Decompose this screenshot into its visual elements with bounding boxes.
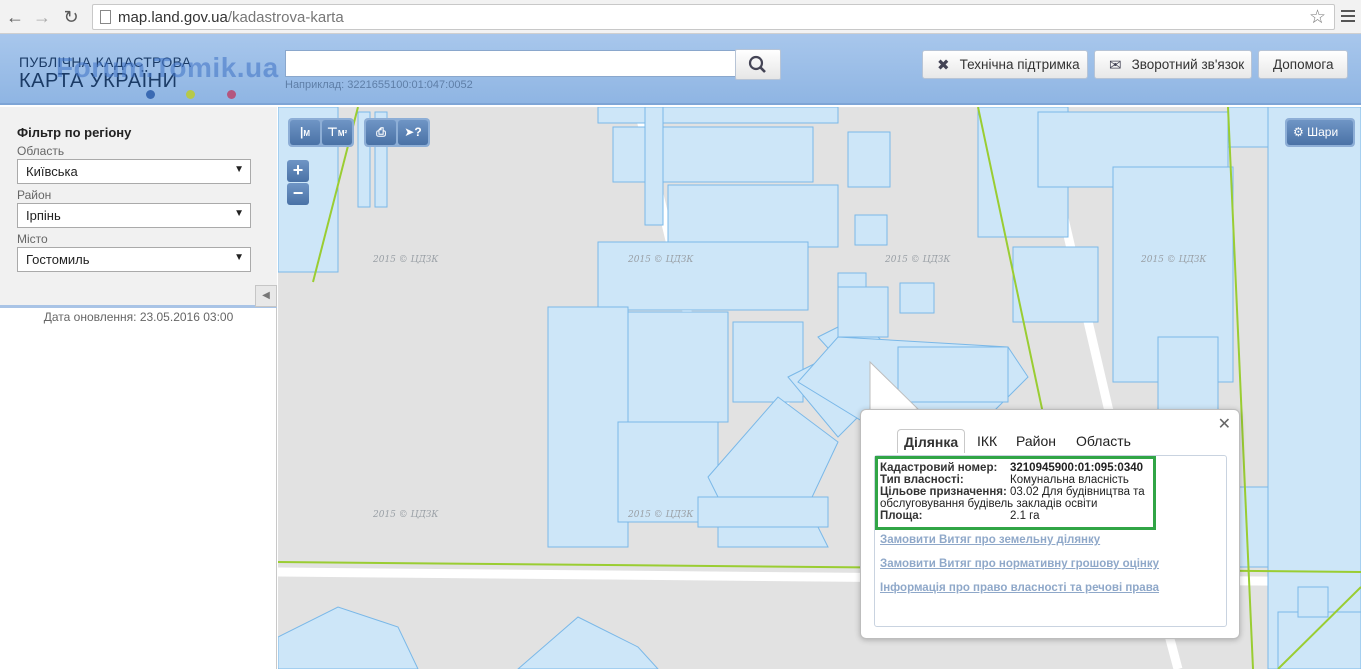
collapse-panel-button[interactable]: ◀ bbox=[255, 285, 277, 307]
map-watermark: 2015 © ЦДЗК bbox=[372, 510, 439, 520]
print-info-tools: ⎙ ➤? bbox=[364, 118, 430, 147]
feedback-button[interactable]: ✉ Зворотний зв'язок bbox=[1094, 50, 1252, 79]
map-watermark: 2015 © ЦДЗК bbox=[627, 510, 694, 520]
rayon-value: Ірпінь bbox=[26, 208, 61, 223]
misto-select[interactable]: Гостомиль ▼ bbox=[17, 247, 251, 272]
zoom-in-button[interactable]: + bbox=[287, 160, 309, 182]
app-header: ПУБЛІЧНА КАДАСТРОВА КАРТА УКРАЇНИ Forum.… bbox=[0, 34, 1361, 105]
logo-dot-pink bbox=[227, 90, 236, 99]
identify-cursor-icon[interactable]: ➤? bbox=[398, 120, 428, 145]
search-hint: Наприклад: 3221655100:01:047:0052 bbox=[285, 79, 473, 91]
map-watermark: 2015 © ЦДЗК bbox=[627, 255, 694, 265]
extract-valuation-link[interactable]: Замовити Витяг про нормативну грошову оц… bbox=[880, 558, 1159, 570]
logo-dot-green bbox=[186, 90, 195, 99]
url-text[interactable]: map.land.gov.ua/kadastrova-karta bbox=[118, 9, 344, 26]
region-filter: Фільтр по регіону Область Київська ▼ Райо… bbox=[0, 107, 277, 308]
tech-support-button[interactable]: ✖ Технічна підтримка bbox=[922, 50, 1088, 79]
filter-title: Фільтр по регіону bbox=[17, 125, 132, 140]
purpose-value-continued: обслуговування будівель закладів освіти bbox=[880, 498, 1098, 510]
dropdown-arrow-icon: ▼ bbox=[234, 252, 244, 263]
dropdown-arrow-icon: ▼ bbox=[234, 164, 244, 175]
cadastral-label: Кадастровий номер: bbox=[880, 462, 998, 474]
gear-icon: ⚙ bbox=[1293, 125, 1304, 139]
dropdown-arrow-icon: ▼ bbox=[234, 208, 244, 219]
purpose-value: 03.02 Для будівництва та bbox=[1010, 486, 1145, 498]
oblast-value: Київська bbox=[26, 164, 78, 179]
search-button[interactable] bbox=[735, 49, 781, 80]
search-icon bbox=[748, 55, 766, 73]
tech-support-label: Технічна підтримка bbox=[959, 57, 1080, 72]
help-label: Допомога bbox=[1273, 57, 1334, 72]
map-watermark: 2015 © ЦДЗК bbox=[372, 255, 439, 265]
tab-parcel[interactable]: Ділянка bbox=[897, 429, 966, 453]
map-watermark: 2015 © ЦДЗК bbox=[1140, 255, 1207, 265]
measure-length-tool[interactable]: |М bbox=[290, 120, 320, 145]
popup-body: Кадастровий номер: 3210945900:01:095:034… bbox=[874, 455, 1227, 627]
rights-info-link[interactable]: Інформація про право власності та речові… bbox=[880, 582, 1159, 594]
measure-area-tool[interactable]: ⊤М² bbox=[322, 120, 352, 145]
envelope-icon: ✉ bbox=[1109, 56, 1122, 74]
tab-oblast[interactable]: Область bbox=[1076, 429, 1131, 453]
misto-label: Місто bbox=[17, 232, 48, 246]
oblast-select[interactable]: Київська ▼ bbox=[17, 159, 251, 184]
forward-arrow-icon[interactable]: → bbox=[31, 6, 53, 28]
url-path: /kadastrova-karta bbox=[227, 9, 344, 26]
tab-rayon[interactable]: Район bbox=[1016, 429, 1056, 453]
page-icon bbox=[100, 10, 111, 24]
address-bar[interactable]: map.land.gov.ua/kadastrova-karta ☆ bbox=[92, 4, 1335, 30]
rayon-label: Район bbox=[17, 188, 52, 202]
tab-ikk[interactable]: ІКК bbox=[977, 429, 997, 453]
left-panel: Фільтр по регіону Область Київська ▼ Райо… bbox=[0, 107, 277, 669]
layers-button[interactable]: ⚙ Шари bbox=[1285, 118, 1355, 147]
site-watermark: Forum.Tomik.ua bbox=[56, 52, 279, 83]
search-input[interactable] bbox=[285, 50, 736, 77]
tools-icon: ✖ bbox=[937, 56, 950, 74]
rayon-select[interactable]: Ірпінь ▼ bbox=[17, 203, 251, 228]
browser-toolbar: ← → ↻ map.land.gov.ua/kadastrova-karta ☆ bbox=[0, 0, 1361, 34]
cadastral-number[interactable]: 3210945900:01:095:0340 bbox=[1010, 462, 1143, 474]
purpose-label: Цільове призначення: bbox=[880, 486, 1007, 498]
update-date: Дата оновлення: 23.05.2016 03:00 bbox=[43, 310, 234, 324]
area-value: 2.1 га bbox=[1010, 510, 1040, 522]
misto-value: Гостомиль bbox=[26, 252, 90, 267]
url-host: map.land.gov.ua bbox=[118, 9, 228, 26]
extract-parcel-link[interactable]: Замовити Витяг про земельну ділянку bbox=[880, 534, 1100, 546]
measure-area-label: М² bbox=[337, 129, 348, 138]
ownership-value: Комунальна власність bbox=[1010, 474, 1129, 486]
oblast-label: Область bbox=[17, 144, 65, 158]
feedback-label: Зворотний зв'язок bbox=[1131, 57, 1245, 72]
measure-length-label: М bbox=[303, 129, 311, 138]
print-icon[interactable]: ⎙ bbox=[366, 120, 396, 145]
ownership-label: Тип власності: bbox=[880, 474, 964, 486]
logo-dot-blue bbox=[146, 90, 155, 99]
parcel-info-popup: ✕ Ділянка ІКК Район Область Кадастровий … bbox=[860, 409, 1240, 639]
browser-menu-icon[interactable] bbox=[1341, 7, 1355, 25]
map-watermark: 2015 © ЦДЗК bbox=[884, 255, 951, 265]
measure-tools: |М ⊤М² bbox=[288, 118, 354, 147]
zoom-out-button[interactable]: − bbox=[287, 183, 309, 205]
back-arrow-icon[interactable]: ← bbox=[4, 6, 26, 28]
area-label: Площа: bbox=[880, 510, 923, 522]
reload-icon[interactable]: ↻ bbox=[60, 6, 82, 28]
help-button[interactable]: Допомога bbox=[1258, 50, 1348, 79]
bookmark-star-icon[interactable]: ☆ bbox=[1309, 6, 1326, 29]
close-icon[interactable]: ✕ bbox=[1218, 414, 1231, 434]
layers-label: Шари bbox=[1307, 125, 1339, 139]
